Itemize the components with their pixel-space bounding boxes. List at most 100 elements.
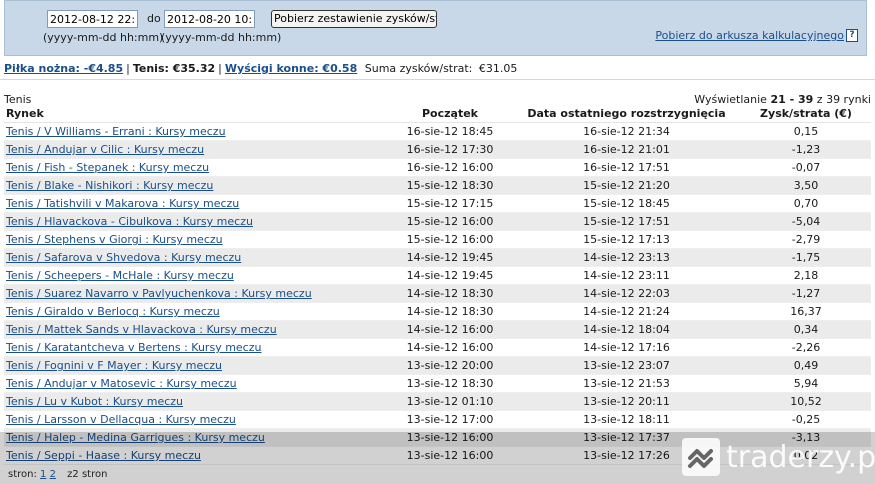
date-from-input[interactable] (47, 10, 138, 28)
page-link-1[interactable]: 1 (40, 469, 46, 480)
cell-profit-loss: 0,34 (741, 320, 871, 339)
cell-market: Tenis / Fish - Stepanek : Kursy meczu (4, 158, 388, 177)
cell-market: Tenis / Tatishvili v Makarova : Kursy me… (4, 194, 388, 213)
cell-profit-loss: 0,15 (741, 122, 871, 141)
market-link[interactable]: Tenis / Scheepers - McHale : Kursy meczu (6, 269, 234, 282)
cell-settled: 14-sie-12 22:03 (512, 284, 741, 303)
market-link[interactable]: Tenis / Suarez Navarro v Pavlyuchenkova … (6, 287, 312, 300)
cell-profit-loss: 16,37 (741, 302, 871, 321)
date-to-input[interactable] (164, 10, 255, 28)
column-header-settled[interactable]: Data ostatniego rozstrzygnięcia (512, 105, 741, 123)
cell-settled: 14-sie-12 21:24 (512, 302, 741, 321)
table-row: Tenis / Blake - Nishikori : Kursy meczu 1… (4, 176, 871, 195)
column-header-profit-loss[interactable]: Zysk/strata (€) (741, 105, 871, 123)
market-link[interactable]: Tenis / Safarova v Shvedova : Kursy mecz… (6, 251, 241, 264)
cell-profit-loss: -5,04 (741, 212, 871, 231)
cell-market: Tenis / Fognini v F Mayer : Kursy meczu (4, 356, 388, 375)
table-row: Tenis / Mattek Sands v Hlavackova : Kurs… (4, 320, 871, 339)
table-row: Tenis / Fognini v F Mayer : Kursy meczu 1… (4, 356, 871, 375)
market-link[interactable]: Tenis / Hlavackova - Cibulkova : Kursy m… (6, 215, 253, 228)
date-from-format-hint: (yyyy-mm-dd hh:mm) (43, 31, 164, 44)
cell-settled: 15-sie-12 17:13 (512, 230, 741, 249)
market-link[interactable]: Tenis / Fish - Stepanek : Kursy meczu (6, 161, 209, 174)
cell-start: 16-sie-12 17:30 (388, 140, 512, 159)
market-link[interactable]: Tenis / Mattek Sands v Hlavackova : Kurs… (6, 323, 277, 336)
table-row: Tenis / Andujar v Matosevic : Kursy mecz… (4, 374, 871, 393)
column-header-start[interactable]: Początek (388, 105, 512, 123)
cell-start: 14-sie-12 19:45 (388, 266, 512, 285)
market-link[interactable]: Tenis / Blake - Nishikori : Kursy meczu (6, 179, 213, 192)
table-row: Tenis / Fish - Stepanek : Kursy meczu 16-… (4, 158, 871, 177)
table-row: Tenis / V Williams - Errani : Kursy mecz… (4, 122, 871, 141)
cell-start: 13-sie-12 17:00 (388, 410, 512, 429)
cell-start: 15-sie-12 16:00 (388, 230, 512, 249)
table-row: Tenis / Stephens v Giorgi : Kursy meczu 1… (4, 230, 871, 249)
cell-market: Tenis / V Williams - Errani : Kursy mecz… (4, 122, 388, 141)
cell-market: Tenis / Stephens v Giorgi : Kursy meczu (4, 230, 388, 249)
market-link[interactable]: Tenis / Andujar v Matosevic : Kursy mecz… (6, 377, 237, 390)
table-row: Tenis / Karatantcheva v Bertens : Kursy … (4, 338, 871, 357)
cell-profit-loss: 5,94 (741, 374, 871, 393)
watermark: traderzy.pl (682, 436, 875, 480)
filter-bar: do Pobierz zestawienie zysków/strat (yyy… (4, 0, 867, 56)
market-link[interactable]: Tenis / Larsson v Dellacqua : Kursy mecz… (6, 413, 236, 426)
cell-start: 13-sie-12 01:10 (388, 392, 512, 411)
market-link[interactable]: Tenis / Andujar v Cilic : Kursy meczu (6, 143, 204, 156)
cell-settled: 16-sie-12 21:34 (512, 122, 741, 141)
date-to-format-hint: (yyyy-mm-dd hh:mm) (161, 31, 282, 44)
cell-profit-loss: 0,49 (741, 356, 871, 375)
cell-start: 14-sie-12 16:00 (388, 338, 512, 357)
table-row: Tenis / Hlavackova - Cibulkova : Kursy m… (4, 212, 871, 231)
watermark-logo-icon (682, 438, 720, 476)
table-row: Tenis / Larsson v Dellacqua : Kursy mecz… (4, 410, 871, 429)
cell-settled: 15-sie-12 21:20 (512, 176, 741, 195)
cell-market: Tenis / Lu v Kubot : Kursy meczu (4, 392, 388, 411)
cell-start: 15-sie-12 18:30 (388, 176, 512, 195)
export-spreadsheet-link[interactable]: Pobierz do arkusza kalkulacyjnego (655, 29, 844, 42)
cell-start: 13-sie-12 18:30 (388, 374, 512, 393)
page-link-2[interactable]: 2 (50, 469, 56, 480)
cell-profit-loss: 2,18 (741, 266, 871, 285)
table-row: Tenis / Suarez Navarro v Pavlyuchenkova … (4, 284, 871, 303)
market-link[interactable]: Tenis / Giraldo v Berlocq : Kursy meczu (6, 305, 220, 318)
cell-start: 16-sie-12 18:45 (388, 122, 512, 141)
cell-market: Tenis / Andujar v Matosevic : Kursy mecz… (4, 374, 388, 393)
summary-football-link[interactable]: Piłka nożna: -€4.85 (4, 62, 123, 75)
table-row: Tenis / Tatishvili v Makarova : Kursy me… (4, 194, 871, 213)
markets-table: Rynek Początek Data ostatniego rozstrzyg… (4, 105, 871, 465)
table-header-row: Rynek Początek Data ostatniego rozstrzyg… (4, 105, 871, 123)
market-link[interactable]: Tenis / Stephens v Giorgi : Kursy meczu (6, 233, 223, 246)
help-icon[interactable]: ? (846, 29, 858, 42)
cell-settled: 14-sie-12 23:11 (512, 266, 741, 285)
watermark-text: traderzy.pl (726, 440, 875, 475)
cell-profit-loss: -1,75 (741, 248, 871, 267)
pages-label: stron: (8, 469, 37, 480)
table-row: Tenis / Safarova v Shvedova : Kursy mecz… (4, 248, 871, 267)
cell-market: Tenis / Hlavackova - Cibulkova : Kursy m… (4, 212, 388, 231)
summary-total-label: Suma zysków/strat: (364, 62, 473, 75)
cell-start: 14-sie-12 16:00 (388, 320, 512, 339)
cell-market: Tenis / Suarez Navarro v Pavlyuchenkova … (4, 284, 388, 303)
market-link[interactable]: Tenis / Fognini v F Mayer : Kursy meczu (6, 359, 222, 372)
summary-horse-racing-link[interactable]: Wyścigi konne: €0.58 (225, 62, 357, 75)
market-link[interactable]: Tenis / Lu v Kubot : Kursy meczu (6, 395, 183, 408)
cell-settled: 15-sie-12 18:45 (512, 194, 741, 213)
cell-settled: 13-sie-12 20:11 (512, 392, 741, 411)
summary-separator: | (126, 62, 130, 75)
market-link[interactable]: Tenis / Tatishvili v Makarova : Kursy me… (6, 197, 239, 210)
table-row: Tenis / Giraldo v Berlocq : Kursy meczu 1… (4, 302, 871, 321)
market-link[interactable]: Tenis / Karatantcheva v Bertens : Kursy … (6, 341, 261, 354)
column-header-market[interactable]: Rynek (4, 105, 388, 123)
cell-settled: 16-sie-12 17:51 (512, 158, 741, 177)
cell-profit-loss: 3,50 (741, 176, 871, 195)
market-link[interactable]: Tenis / V Williams - Errani : Kursy mecz… (6, 125, 226, 138)
cell-start: 13-sie-12 20:00 (388, 356, 512, 375)
cell-settled: 13-sie-12 23:07 (512, 356, 741, 375)
to-label: do (147, 12, 161, 25)
cell-profit-loss: -0,07 (741, 158, 871, 177)
cell-market: Tenis / Karatantcheva v Bertens : Kursy … (4, 338, 388, 357)
fetch-report-button[interactable]: Pobierz zestawienie zysków/strat (271, 10, 437, 28)
cell-market: Tenis / Blake - Nishikori : Kursy meczu (4, 176, 388, 195)
cell-settled: 15-sie-12 17:51 (512, 212, 741, 231)
cell-profit-loss: -0,25 (741, 410, 871, 429)
